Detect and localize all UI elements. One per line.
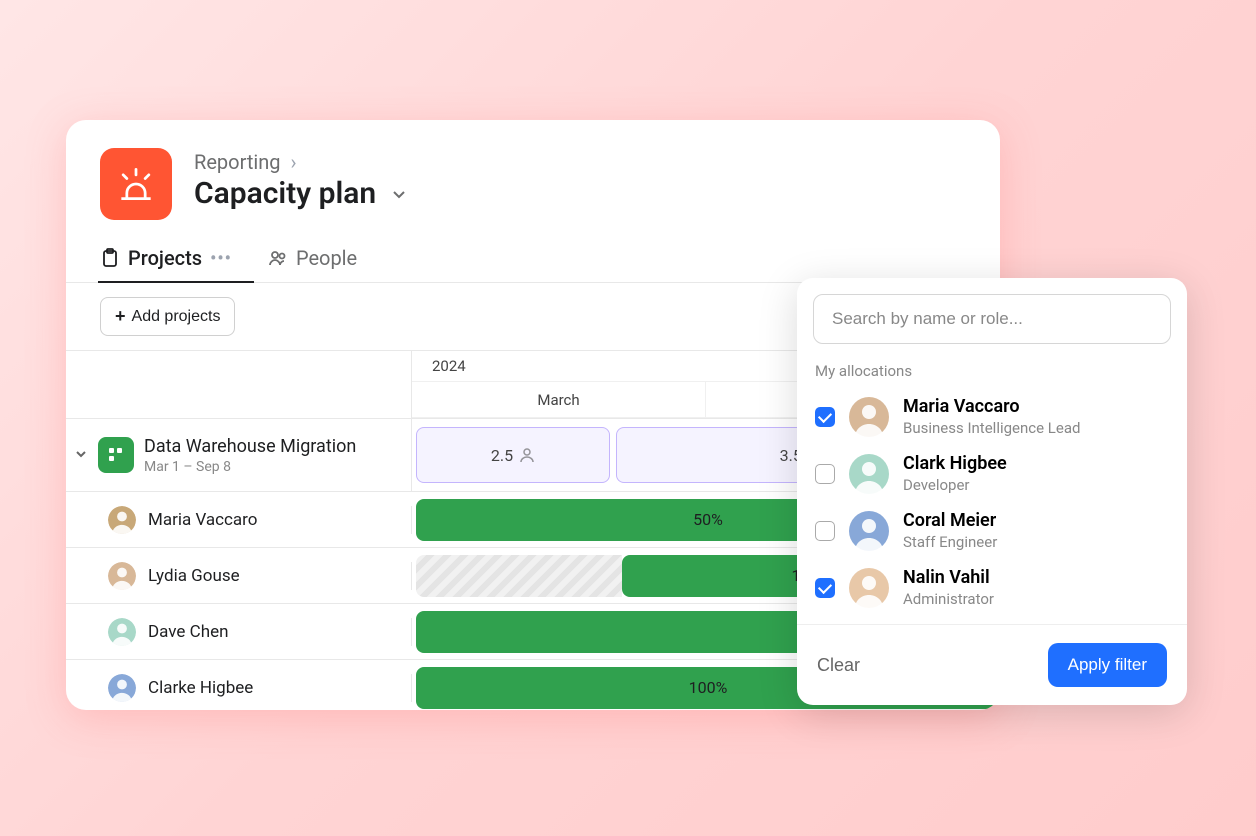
filter-footer: Clear Apply filter xyxy=(797,624,1187,705)
empty-capacity-bar xyxy=(416,555,622,597)
avatar xyxy=(108,506,136,534)
checkbox[interactable] xyxy=(815,407,835,427)
project-badge-icon xyxy=(98,437,134,473)
clear-button[interactable]: Clear xyxy=(817,655,860,676)
person-name: Maria Vaccaro xyxy=(903,396,1080,417)
project-dates: Mar 1 – Sep 8 xyxy=(144,459,356,475)
avatar xyxy=(849,511,889,551)
person-label[interactable]: Dave Chen xyxy=(66,618,412,646)
avatar xyxy=(849,568,889,608)
search-input[interactable] xyxy=(813,294,1171,344)
project-name: Data Warehouse Migration xyxy=(144,436,356,457)
chevron-down-icon[interactable] xyxy=(74,446,88,465)
person-name: Lydia Gouse xyxy=(148,566,240,586)
page-title: Capacity plan xyxy=(194,176,376,211)
avatar xyxy=(108,618,136,646)
person-name: Coral Meier xyxy=(903,510,997,531)
person-role: Business Intelligence Lead xyxy=(903,419,1080,437)
chevron-right-icon: › xyxy=(291,150,297,174)
person-name: Clark Higbee xyxy=(903,453,1007,474)
plus-icon: + xyxy=(115,306,126,327)
allocation-item[interactable]: Clark Higbee Developer xyxy=(813,445,1171,502)
clipboard-icon xyxy=(100,248,120,268)
project-label[interactable]: Data Warehouse Migration Mar 1 – Sep 8 xyxy=(66,419,412,491)
allocation-item[interactable]: Nalin Vahil Administrator xyxy=(813,559,1171,616)
person-name: Clarke Higbee xyxy=(148,678,253,698)
allocation-cell[interactable]: 2.5 xyxy=(416,427,610,483)
section-label: My allocations xyxy=(815,362,1171,380)
more-icon[interactable]: ••• xyxy=(210,248,232,269)
avatar xyxy=(849,454,889,494)
person-role: Administrator xyxy=(903,590,994,608)
avatar xyxy=(849,397,889,437)
add-projects-button[interactable]: + Add projects xyxy=(100,297,235,336)
chevron-down-icon[interactable] xyxy=(390,176,408,211)
person-role: Developer xyxy=(903,476,1007,494)
avatar xyxy=(108,562,136,590)
month-cell: March xyxy=(412,382,706,417)
page-title-row: Capacity plan xyxy=(194,176,408,211)
person-label[interactable]: Clarke Higbee xyxy=(66,674,412,702)
allocation-item[interactable]: Coral Meier Staff Engineer xyxy=(813,502,1171,559)
person-name: Nalin Vahil xyxy=(903,567,994,588)
people-icon xyxy=(268,248,288,268)
apply-filter-button[interactable]: Apply filter xyxy=(1048,643,1167,687)
checkbox[interactable] xyxy=(815,464,835,484)
filter-panel: My allocations Maria Vaccaro Business Int… xyxy=(797,278,1187,705)
checkbox[interactable] xyxy=(815,578,835,598)
person-role: Staff Engineer xyxy=(903,533,997,551)
breadcrumb[interactable]: Reporting › xyxy=(194,150,408,174)
person-label[interactable]: Lydia Gouse xyxy=(66,562,412,590)
tab-projects[interactable]: Projects ••• xyxy=(100,246,232,282)
app-icon xyxy=(100,148,172,220)
person-icon xyxy=(519,447,535,463)
person-name: Maria Vaccaro xyxy=(148,510,257,530)
tab-people[interactable]: People xyxy=(268,246,357,282)
person-name: Dave Chen xyxy=(148,622,228,642)
allocation-item[interactable]: Maria Vaccaro Business Intelligence Lead xyxy=(813,388,1171,445)
avatar xyxy=(108,674,136,702)
breadcrumb-parent[interactable]: Reporting xyxy=(194,150,281,174)
person-label[interactable]: Maria Vaccaro xyxy=(66,506,412,534)
checkbox[interactable] xyxy=(815,521,835,541)
tabs: Projects ••• People xyxy=(66,230,1000,283)
header: Reporting › Capacity plan xyxy=(66,120,1000,230)
